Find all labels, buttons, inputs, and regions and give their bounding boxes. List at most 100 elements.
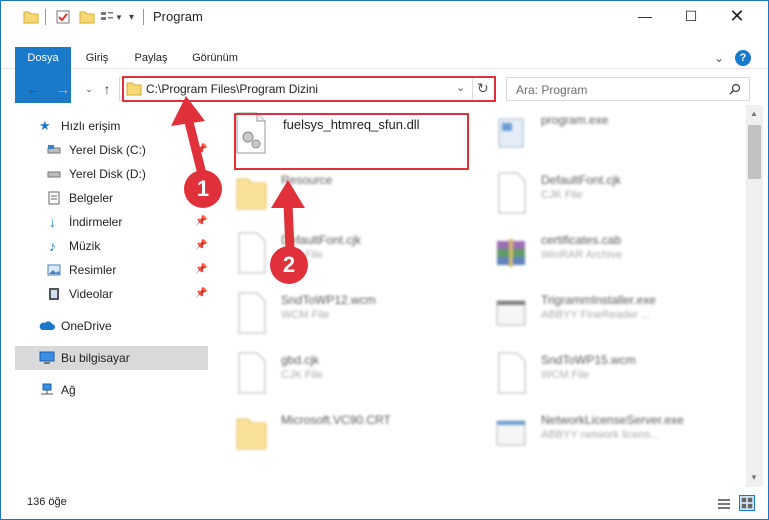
file-item[interactable]: SndToWP15.wcm WCM File bbox=[481, 345, 721, 401]
sidebar-item-downloads[interactable]: ↓ İndirmeler 📌 bbox=[15, 210, 208, 234]
forward-button[interactable]: → bbox=[53, 79, 73, 99]
file-item[interactable]: SndToWP12.wcm WCM File bbox=[221, 285, 461, 341]
scroll-down-icon[interactable]: ▼ bbox=[750, 473, 758, 482]
sidebar-item-documents[interactable]: Belgeler bbox=[15, 186, 208, 210]
sidebar-item-videos[interactable]: Videolar 📌 bbox=[15, 282, 208, 306]
callout-badge-1: 1 bbox=[184, 170, 222, 208]
sidebar-item-quick-access[interactable]: ★ Hızlı erişim bbox=[15, 114, 208, 138]
customize-toolbar-icon[interactable]: ▾ bbox=[129, 12, 134, 28]
file-type: WinRAR Archive bbox=[541, 249, 623, 261]
file-item[interactable]: program.exe bbox=[481, 105, 721, 161]
sidebar-item-onedrive[interactable]: OneDrive bbox=[15, 314, 208, 338]
search-icon[interactable] bbox=[729, 83, 741, 95]
file-type: CJK File bbox=[541, 189, 583, 201]
scroll-thumb[interactable] bbox=[748, 125, 761, 179]
sidebar-item-label: Resimler bbox=[69, 263, 117, 277]
file-name: TrigrammInstaller.exe bbox=[541, 293, 656, 307]
music-icon: ♪ bbox=[49, 238, 56, 254]
vertical-scrollbar[interactable]: ▲ ▼ bbox=[746, 105, 763, 487]
back-button[interactable]: ← bbox=[23, 79, 43, 99]
sidebar-item-label: Bu bilgisayar bbox=[61, 351, 130, 365]
separator bbox=[143, 9, 144, 25]
expand-ribbon-icon[interactable]: ⌄ bbox=[711, 47, 727, 69]
separator bbox=[45, 9, 46, 25]
sidebar-item-label: Hızlı erişim bbox=[61, 119, 121, 133]
sidebar-item-label: Yerel Disk (C:) bbox=[69, 143, 146, 157]
file-type: WCM File bbox=[541, 369, 590, 381]
pin-icon[interactable]: 📌 bbox=[195, 282, 207, 306]
exe-file-icon bbox=[496, 420, 526, 446]
cloud-icon bbox=[39, 321, 55, 330]
maximize-button[interactable]: ☐ bbox=[668, 1, 714, 33]
explorer-window: ▼ ▾ Program — ☐ ✕ Dosya Giriş Paylaş Gör… bbox=[0, 0, 769, 520]
pin-icon[interactable]: 📌 bbox=[195, 138, 207, 162]
sidebar-item-disk-c[interactable]: Yerel Disk (C:) 📌 bbox=[15, 138, 208, 162]
file-name: certificates.cab bbox=[541, 233, 622, 247]
computer-icon bbox=[39, 351, 55, 364]
file-type: CJK File bbox=[281, 369, 323, 381]
window-title: Program bbox=[153, 9, 203, 24]
file-name: DefaultFont.cjk bbox=[541, 173, 622, 187]
help-icon[interactable]: ? bbox=[735, 50, 751, 66]
new-folder-icon[interactable] bbox=[79, 9, 95, 25]
file-item[interactable]: DefaultFont.cjk CJK File bbox=[481, 165, 721, 221]
generic-file-icon bbox=[498, 172, 526, 214]
sidebar-item-disk-d[interactable]: Yerel Disk (D:) bbox=[15, 162, 208, 186]
recent-locations-icon[interactable]: ⌄ bbox=[79, 79, 99, 99]
file-item[interactable]: DefaultFont.cjk CJK File bbox=[221, 225, 461, 281]
sidebar-item-network[interactable]: Ağ bbox=[15, 378, 208, 402]
pin-icon[interactable]: 📌 bbox=[195, 210, 207, 234]
sidebar-item-label: Belgeler bbox=[69, 191, 114, 205]
file-item[interactable]: Microsoft.VC90.CRT bbox=[221, 405, 461, 461]
large-icons-view-icon[interactable] bbox=[739, 495, 755, 511]
sidebar-item-label: Yerel Disk (D:) bbox=[69, 167, 146, 181]
sidebar-item-this-pc[interactable]: Bu bilgisayar bbox=[15, 346, 208, 370]
item-count: 136 öğe bbox=[27, 496, 67, 508]
archive-icon bbox=[497, 239, 525, 267]
search-box[interactable]: Ara: Program bbox=[506, 77, 750, 101]
title-bar: ▼ ▾ Program — ☐ ✕ bbox=[1, 1, 768, 33]
properties-icon[interactable] bbox=[55, 9, 71, 25]
file-name: SndToWP12.wcm bbox=[281, 293, 376, 307]
file-item[interactable]: TrigrammInstaller.exe ABBYY FineReader .… bbox=[481, 285, 721, 341]
download-icon: ↓ bbox=[49, 214, 56, 230]
chevron-down-icon[interactable]: ▼ bbox=[115, 13, 123, 29]
sidebar-item-music[interactable]: ♪ Müzik 📌 bbox=[15, 234, 208, 258]
minimize-button[interactable]: — bbox=[622, 1, 668, 33]
file-item[interactable]: NetworkLicenseServer.exe ABBYY network l… bbox=[481, 405, 721, 461]
pin-icon[interactable]: 📌 bbox=[195, 258, 207, 282]
ribbon-tabs: Dosya Giriş Paylaş Görünüm ⌄ ? bbox=[1, 47, 768, 103]
details-view-icon[interactable] bbox=[717, 497, 731, 511]
sidebar-item-label: Videolar bbox=[69, 287, 113, 301]
scroll-up-icon[interactable]: ▲ bbox=[750, 109, 758, 118]
file-item[interactable]: Resource bbox=[221, 165, 461, 221]
drive-icon bbox=[47, 145, 61, 154]
sidebar-item-label: OneDrive bbox=[61, 319, 112, 333]
search-placeholder[interactable]: Ara: Program bbox=[516, 83, 587, 97]
generic-file-icon bbox=[238, 292, 266, 334]
exe-file-icon bbox=[496, 300, 526, 326]
tab-view[interactable]: Görünüm bbox=[187, 47, 243, 69]
pictures-icon bbox=[47, 264, 61, 276]
file-item[interactable]: gbd.cjk CJK File bbox=[221, 345, 461, 401]
target-file-name[interactable]: fuelsys_htmreq_sfun.dll bbox=[283, 117, 420, 132]
file-type: ABBYY FineReader ... bbox=[541, 309, 651, 321]
view-options-icon[interactable] bbox=[99, 9, 115, 25]
file-item[interactable]: certificates.cab WinRAR Archive bbox=[481, 225, 721, 281]
drive-icon bbox=[47, 171, 61, 178]
file-name: gbd.cjk bbox=[281, 353, 320, 367]
tab-home[interactable]: Giriş bbox=[79, 47, 115, 69]
address-highlight bbox=[122, 76, 496, 102]
close-button[interactable]: ✕ bbox=[714, 1, 760, 33]
file-name: program.exe bbox=[541, 113, 609, 127]
generic-file-icon bbox=[238, 232, 266, 274]
file-name: Microsoft.VC90.CRT bbox=[281, 413, 391, 427]
sidebar-item-pictures[interactable]: Resimler 📌 bbox=[15, 258, 208, 282]
file-name: Resource bbox=[281, 173, 333, 187]
folder-icon bbox=[236, 178, 267, 210]
tab-share[interactable]: Paylaş bbox=[129, 47, 173, 69]
up-button[interactable]: ↑ bbox=[97, 79, 117, 99]
pin-icon[interactable]: 📌 bbox=[195, 234, 207, 258]
network-icon bbox=[41, 383, 53, 395]
sidebar-item-label: Müzik bbox=[69, 239, 101, 253]
